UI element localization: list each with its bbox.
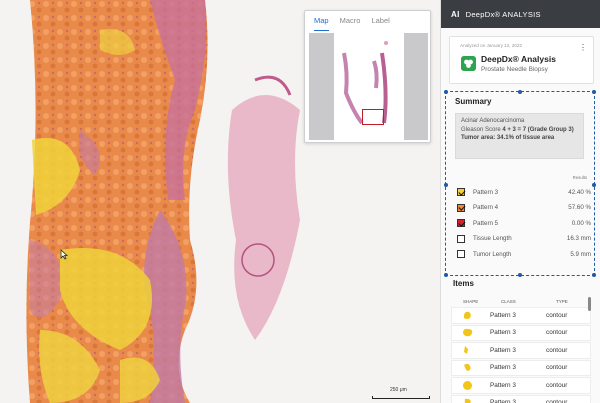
contour-shape-icon: [452, 397, 482, 403]
scale-bar-label: 250 μm: [390, 387, 407, 393]
analysis-subtitle: Prostate Needle Biopsy: [481, 66, 548, 73]
result-row[interactable]: Pattern 4 57.60 %: [457, 202, 591, 214]
summary-section: Summary Acinar Adenocarcinoma Gleason Sc…: [444, 90, 596, 277]
items-table: SHAPE CLASS TYPE Pattern 3 contour Pattern…: [451, 296, 591, 403]
gleason-label: Gleason Score: [461, 126, 503, 133]
item-class: Pattern 3: [490, 346, 516, 354]
table-row[interactable]: Pattern 3 contour: [451, 359, 591, 376]
item-type: contour: [546, 346, 568, 354]
item-type: contour: [546, 381, 568, 389]
app-logo: AI: [451, 9, 460, 19]
column-shape: SHAPE: [463, 298, 479, 304]
contour-shape-icon: [452, 327, 482, 338]
analysis-card[interactable]: Analyzed on January 12, 2022 ⋮ DeepDx® A…: [449, 36, 594, 84]
table-row[interactable]: Pattern 3 contour: [451, 307, 591, 324]
result-value: 16.3 mm: [566, 235, 591, 242]
item-class: Pattern 3: [490, 311, 516, 319]
result-value: 0.00 %: [571, 219, 591, 227]
result-checkbox[interactable]: [457, 234, 465, 243]
result-label: Pattern 5: [473, 219, 499, 227]
mouse-cursor-icon: [60, 249, 68, 260]
result-row[interactable]: Pattern 3 42.40 %: [457, 186, 591, 198]
selection-handle[interactable]: [518, 273, 522, 277]
diagnosis-text: Acinar Adenocarcinoma: [461, 118, 525, 124]
result-row[interactable]: Pattern 5 0.00 %: [457, 217, 591, 229]
result-label: Pattern 3: [473, 188, 499, 196]
panel-header: AI DeepDx® ANALYSIS: [441, 0, 600, 28]
more-options-icon[interactable]: ⋮: [579, 43, 587, 52]
tab-map[interactable]: Map: [314, 16, 329, 31]
tab-label[interactable]: Label: [371, 16, 389, 31]
item-type: contour: [546, 329, 568, 337]
result-label: Tissue Length: [473, 235, 512, 242]
tab-macro[interactable]: Macro: [340, 16, 361, 31]
selection-handle[interactable]: [518, 90, 522, 94]
scale-bar: 250 μm: [372, 387, 430, 401]
contour-shape-icon: [452, 362, 482, 373]
result-label: Tumor Length: [473, 250, 512, 258]
table-row[interactable]: Pattern 3 contour: [451, 342, 591, 359]
table-row[interactable]: Pattern 3 contour: [451, 377, 591, 394]
result-value: 5.9 mm: [570, 250, 591, 258]
results-header: Results: [572, 175, 587, 180]
selection-handle[interactable]: [444, 273, 448, 277]
result-row[interactable]: Tissue Length 16.3 mm: [457, 233, 591, 245]
analysis-date: Analyzed on January 12, 2022: [460, 43, 523, 48]
minimap-tabs: Map Macro Label: [305, 11, 430, 31]
items-heading: Items: [453, 279, 474, 288]
result-value: 57.60 %: [568, 204, 591, 211]
minimap-viewport-box[interactable]: [362, 109, 384, 125]
column-type: TYPE: [556, 298, 568, 304]
contour-shape-icon: [452, 380, 482, 391]
deepdx-app-icon: [461, 56, 476, 71]
gleason-score: Gleason Score 4 + 3 = 7 (Grade Group 3): [461, 126, 578, 135]
items-scrollbar[interactable]: [588, 297, 591, 311]
item-class: Pattern 3: [490, 381, 516, 389]
summary-heading: Summary: [455, 97, 492, 106]
minimap-thumbnail[interactable]: [309, 33, 428, 140]
selection-handle[interactable]: [592, 90, 596, 94]
column-class: CLASS: [501, 298, 516, 304]
tumor-area: Tumor area: 34.1% of tissue area: [461, 135, 555, 142]
result-value: 42.40 %: [568, 188, 591, 196]
analysis-panel: AI DeepDx® ANALYSIS Analyzed on January …: [440, 0, 600, 403]
diagnosis-box: Acinar Adenocarcinoma Gleason Score 4 + …: [455, 113, 584, 159]
table-row[interactable]: Pattern 3 contour: [451, 324, 591, 341]
selection-handle[interactable]: [444, 90, 448, 94]
items-table-header: SHAPE CLASS TYPE: [451, 296, 591, 306]
result-row[interactable]: Tumor Length 5.9 mm: [457, 248, 591, 260]
result-checkbox[interactable]: [457, 188, 465, 196]
result-checkbox[interactable]: [457, 203, 465, 212]
result-checkbox[interactable]: [457, 219, 465, 227]
analysis-app-name: DeepDx® Analysis: [481, 54, 556, 64]
contour-shape-icon: [452, 345, 482, 356]
table-row[interactable]: Pattern 3 contour: [451, 394, 591, 403]
item-type: contour: [546, 311, 568, 319]
selection-handle[interactable]: [592, 273, 596, 277]
selection-handle[interactable]: [444, 183, 448, 187]
result-checkbox[interactable]: [457, 250, 465, 258]
item-class: Pattern 3: [490, 364, 516, 372]
item-class: Pattern 3: [490, 399, 516, 403]
item-type: contour: [546, 399, 568, 403]
scale-bar-line: [372, 396, 430, 399]
slide-minimap[interactable]: Map Macro Label: [304, 10, 431, 143]
gleason-value: 4 + 3 = 7 (Grade Group 3): [502, 126, 574, 133]
slide-viewer[interactable]: Map Macro Label 250 μm: [0, 0, 440, 403]
result-label: Pattern 4: [473, 204, 499, 211]
contour-shape-icon: [452, 310, 482, 321]
selection-handle[interactable]: [592, 183, 596, 187]
panel-title: DeepDx® ANALYSIS: [465, 9, 541, 19]
item-class: Pattern 3: [490, 329, 516, 337]
item-type: contour: [546, 364, 568, 372]
